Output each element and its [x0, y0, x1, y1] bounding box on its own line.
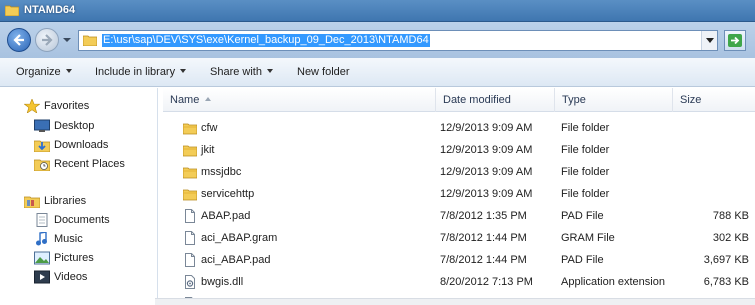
file-name: servicehttp	[201, 188, 255, 200]
command-bar: Organize Include in library Share with N…	[0, 58, 755, 87]
file-name: aci_ABAP.gram	[201, 232, 278, 244]
file-size: 6,783 KB	[703, 276, 749, 288]
file-type: PAD File	[561, 254, 604, 266]
file-row[interactable]: bwgis.dll 8/20/2012 7:13 PM Application ex…	[163, 271, 755, 293]
file-type: File folder	[561, 166, 610, 178]
file-date-modified: 12/9/2013 9:09 AM	[440, 122, 533, 134]
file-row[interactable]: aci_ABAP.gram 7/8/2012 1:44 PM GRAM File 30…	[163, 227, 755, 249]
folder-icon	[83, 35, 97, 46]
file-name: aci_ABAP.pad	[201, 254, 271, 266]
file-name: cfw	[201, 122, 218, 134]
chevron-down-icon	[65, 69, 72, 73]
nav-recent-places-label: Recent Places	[54, 158, 125, 170]
column-header-type[interactable]: Type	[555, 88, 673, 112]
file-row[interactable]: jkit 12/9/2013 9:09 AM File folder	[163, 139, 755, 161]
file-size: 3,697 KB	[703, 254, 749, 266]
file-name: jkit	[201, 144, 215, 156]
folder-icon	[182, 187, 198, 201]
address-row: E:\usr\sap\DEV\SYS\exe\Kernel_backup_09_…	[0, 22, 755, 58]
file-size: 302 KB	[712, 232, 749, 244]
folder-icon	[5, 5, 19, 16]
address-dropdown-button[interactable]	[701, 31, 717, 50]
downloads-icon	[34, 140, 50, 152]
back-button[interactable]	[7, 28, 31, 52]
file-row[interactable]: servicehttp 12/9/2013 9:09 AM File folder	[163, 183, 755, 205]
file-icon	[183, 253, 197, 267]
file-type: GRAM File	[561, 232, 615, 244]
share-with-label: Share with	[210, 66, 262, 78]
folder-icon	[182, 121, 198, 135]
include-in-library-label: Include in library	[95, 66, 176, 78]
nav-downloads-label: Downloads	[54, 139, 109, 151]
nav-libraries-label: Libraries	[44, 195, 87, 207]
file-date-modified: 7/8/2012 1:44 PM	[440, 232, 527, 244]
star-icon	[24, 99, 40, 113]
file-name: ABAP.pad	[201, 210, 251, 222]
window-title: NTAMD64	[24, 4, 76, 16]
file-type: Application extension	[561, 276, 665, 288]
include-in-library-menu[interactable]: Include in library	[95, 66, 187, 78]
file-name: mssjdbc	[201, 166, 242, 178]
file-list: Name Date modified Type Size cfw 12/9/201…	[163, 88, 755, 305]
file-name: bwgis.dll	[201, 276, 244, 288]
file-row[interactable]: mssjdbc 12/9/2013 9:09 AM File folder	[163, 161, 755, 183]
file-date-modified: 8/20/2012 7:13 PM	[440, 276, 533, 288]
address-bar[interactable]: E:\usr\sap\DEV\SYS\exe\Kernel_backup_09_…	[78, 30, 718, 51]
nav-documents-label: Documents	[54, 214, 110, 226]
chevron-down-icon	[706, 38, 714, 43]
column-header-row: Name Date modified Type Size	[163, 88, 755, 112]
file-row[interactable]: cfw 12/9/2013 9:09 AM File folder	[163, 117, 755, 139]
column-header-size[interactable]: Size	[673, 88, 755, 112]
file-date-modified: 7/8/2012 1:44 PM	[440, 254, 527, 266]
sort-ascending-icon	[205, 97, 212, 101]
file-row[interactable]: ABAP.pad 7/8/2012 1:35 PM PAD File 788 KB	[163, 205, 755, 227]
organize-menu[interactable]: Organize	[16, 66, 72, 78]
file-type: File folder	[561, 188, 610, 200]
file-icon	[183, 231, 197, 245]
share-with-menu[interactable]: Share with	[210, 66, 273, 78]
folder-icon	[182, 165, 198, 179]
navigation-pane: Favorites Desktop Downloads Recent Place…	[0, 88, 158, 305]
file-size: 788 KB	[712, 210, 749, 222]
file-type: PAD File	[561, 210, 604, 222]
nav-favorites-label: Favorites	[44, 100, 90, 112]
column-name-label: Name	[170, 94, 200, 106]
arrow-left-icon	[13, 34, 24, 46]
file-date-modified: 7/8/2012 1:35 PM	[440, 210, 527, 222]
column-header-name[interactable]: Name	[163, 88, 436, 112]
go-button[interactable]	[724, 30, 746, 51]
recent-pages-dropdown[interactable]	[63, 36, 71, 44]
documents-icon	[36, 213, 48, 227]
nav-pictures-label: Pictures	[54, 252, 94, 264]
organize-label: Organize	[16, 66, 61, 78]
music-icon	[36, 232, 47, 246]
pictures-icon	[34, 251, 50, 265]
chevron-down-icon	[180, 69, 187, 73]
address-path[interactable]: E:\usr\sap\DEV\SYS\exe\Kernel_backup_09_…	[102, 34, 430, 47]
nav-desktop-label: Desktop	[54, 120, 95, 132]
forward-button[interactable]	[35, 28, 59, 52]
column-header-date-modified[interactable]: Date modified	[436, 88, 555, 112]
title-bar: NTAMD64	[0, 0, 755, 22]
nav-music-label: Music	[54, 233, 83, 245]
horizontal-scrollbar[interactable]	[155, 298, 755, 305]
new-folder-button[interactable]: New folder	[297, 66, 350, 78]
chevron-down-icon	[266, 69, 273, 73]
libraries-icon	[24, 196, 40, 208]
file-date-modified: 12/9/2013 9:09 AM	[440, 144, 533, 156]
videos-icon	[34, 270, 50, 284]
arrow-right-icon	[42, 34, 53, 46]
file-date-modified: 12/9/2013 9:09 AM	[440, 188, 533, 200]
file-type: File folder	[561, 144, 610, 156]
file-icon	[183, 209, 197, 223]
go-arrow-icon	[728, 34, 742, 47]
nav-videos-label: Videos	[54, 271, 88, 283]
file-type: File folder	[561, 122, 610, 134]
recent-places-icon	[34, 159, 50, 171]
file-row[interactable]: aci_ABAP.pad 7/8/2012 1:44 PM PAD File 3,69…	[163, 249, 755, 271]
dll-icon	[183, 275, 197, 289]
desktop-icon	[34, 119, 50, 132]
folder-icon	[182, 143, 198, 157]
file-date-modified: 12/9/2013 9:09 AM	[440, 166, 533, 178]
